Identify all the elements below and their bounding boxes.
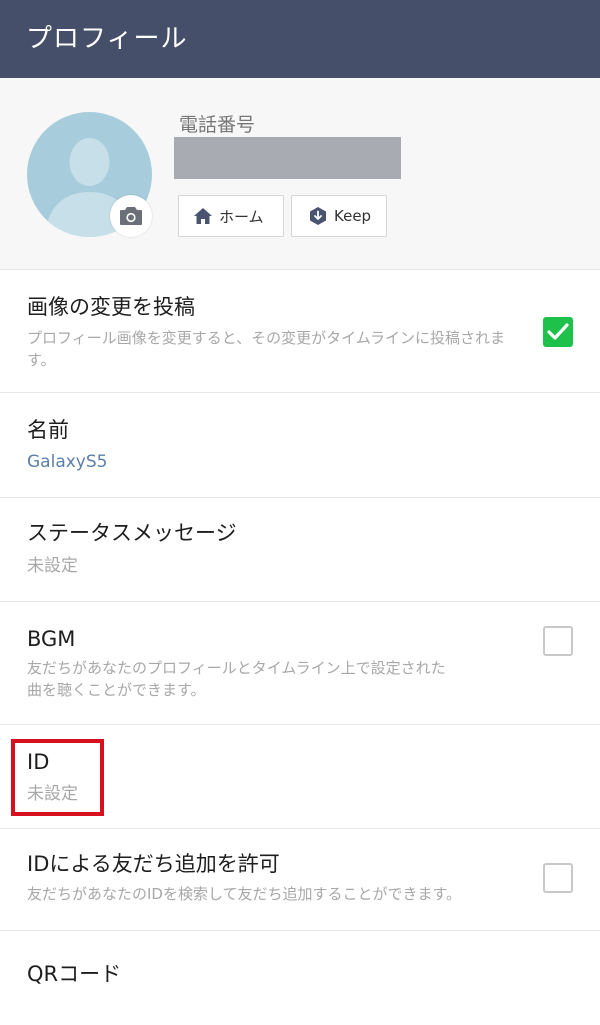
keep-button[interactable]: Keep <box>291 195 387 237</box>
phone-number-label: 電話番号 <box>179 114 256 136</box>
setting-qr-code[interactable]: QRコード <box>0 931 600 1025</box>
settings-list: 画像の変更を投稿 プロフィール画像を変更すると、その変更がタイムラインに投稿され… <box>0 270 600 1025</box>
setting-value: 未設定 <box>27 784 78 804</box>
setting-title: QRコード <box>27 962 122 986</box>
setting-title: 画像の変更を投稿 <box>27 295 195 319</box>
phone-number-value-redacted <box>174 137 401 179</box>
post-image-change-checkbox[interactable] <box>543 317 573 347</box>
profile-header: 電話番号 ホーム Keep <box>0 78 600 270</box>
setting-title: IDによる友だち追加を許可 <box>27 852 280 876</box>
change-photo-button[interactable] <box>110 195 152 237</box>
setting-value: GalaxyS5 <box>27 452 108 472</box>
setting-title: ID <box>27 750 50 774</box>
setting-title: ステータスメッセージ <box>27 521 237 545</box>
app-bar: プロフィール <box>0 0 600 78</box>
page-title: プロフィール <box>26 24 188 54</box>
setting-status-message[interactable]: ステータスメッセージ 未設定 <box>0 498 600 602</box>
setting-id[interactable]: ID 未設定 <box>0 725 600 829</box>
setting-allow-add-by-id[interactable]: IDによる友だち追加を許可 友だちがあなたのIDを検索して友だち追加することがで… <box>0 829 600 931</box>
setting-title: 名前 <box>27 418 69 442</box>
setting-bgm[interactable]: BGM 友だちがあなたのプロフィールとタイムライン上で設定された曲を聴くことがで… <box>0 602 600 725</box>
camera-icon <box>120 207 142 225</box>
home-button-label: ホーム <box>219 207 264 226</box>
setting-description: プロフィール画像を変更すると、その変更がタイムラインに投稿されます。 <box>27 329 506 369</box>
setting-post-image-change[interactable]: 画像の変更を投稿 プロフィール画像を変更すると、その変更がタイムラインに投稿され… <box>0 270 600 393</box>
setting-title: BGM <box>27 627 76 651</box>
setting-name[interactable]: 名前 GalaxyS5 <box>0 393 600 498</box>
setting-description: 友だちがあなたのプロフィールとタイムライン上で設定された曲を聴くことができます。 <box>27 659 446 699</box>
setting-description: 友だちがあなたのIDを検索して友だち追加することができます。 <box>27 885 462 903</box>
bgm-checkbox[interactable] <box>543 626 573 656</box>
setting-value: 未設定 <box>27 556 78 576</box>
allow-add-by-id-checkbox[interactable] <box>543 863 573 893</box>
checkmark-icon <box>547 323 569 340</box>
keep-button-label: Keep <box>334 207 372 225</box>
keep-icon <box>310 207 326 225</box>
home-button[interactable]: ホーム <box>178 195 284 237</box>
home-icon <box>194 208 212 224</box>
